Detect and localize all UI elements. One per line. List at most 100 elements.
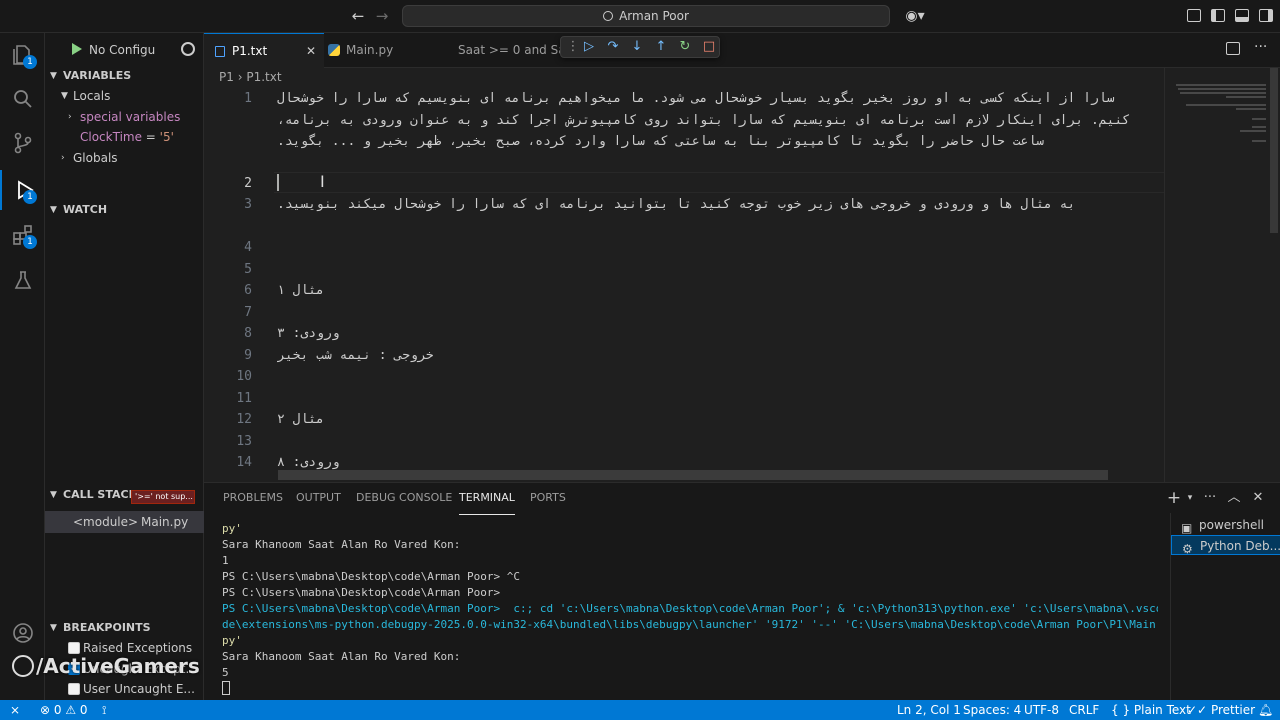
callstack-header-label: CALL STACK xyxy=(63,488,138,501)
tab-ports[interactable]: PORTS xyxy=(530,483,566,515)
line-number: 11 xyxy=(236,391,252,406)
special-variables-label: special variables xyxy=(80,110,181,124)
terminal-instance-python-debug[interactable]: ⚙ Python Deb... xyxy=(1171,535,1280,555)
callstack-frame[interactable]: <module> Main.py xyxy=(45,511,204,533)
flask-icon xyxy=(14,271,32,289)
encoding[interactable]: UTF-8 xyxy=(1024,700,1059,720)
launch-config-select[interactable]: No Configu xyxy=(89,40,184,60)
search-button[interactable] xyxy=(0,79,45,119)
remote-icon[interactable]: ⨯ xyxy=(10,700,20,720)
tab-saat-expression[interactable]: Saat >= 0 and Saat xyxy=(430,33,564,68)
code-line-12: مثال ۲ xyxy=(277,412,324,427)
step-out-icon[interactable]: ↑ xyxy=(653,39,669,55)
chevron-down-icon[interactable]: ▾ xyxy=(1182,490,1198,506)
back-arrow-icon[interactable]: ← xyxy=(349,7,367,25)
end-of-line[interactable]: CRLF xyxy=(1069,700,1099,720)
breadcrumb-folder[interactable]: P1 xyxy=(219,70,234,84)
debug-badge: 1 xyxy=(23,190,37,204)
text-editor[interactable]: 1 2 3 4 5 6 7 8 9 10 11 12 13 14 سارا از… xyxy=(204,86,1164,482)
line-number: 4 xyxy=(244,240,252,255)
minimap-line xyxy=(1252,126,1266,128)
bottom-panel: PROBLEMS OUTPUT DEBUG CONSOLE TERMINAL P… xyxy=(204,482,1280,701)
testing-button[interactable] xyxy=(0,261,45,301)
close-panel-icon[interactable]: ✕ xyxy=(1250,490,1266,506)
split-editor-icon[interactable] xyxy=(1226,42,1240,55)
new-terminal-icon[interactable]: + xyxy=(1166,490,1182,507)
terminal-line: PS C:\Users\mabna\Desktop\code\Arman Poo… xyxy=(222,586,501,599)
tree-item-special-variables[interactable]: › special variables xyxy=(45,107,204,127)
watch-section-header[interactable]: ▼ WATCH xyxy=(45,199,204,221)
ports-icon[interactable]: ⟟ xyxy=(102,700,106,720)
breakpoint-checkbox[interactable] xyxy=(68,683,80,695)
explorer-button[interactable]: 1 xyxy=(0,35,45,75)
terminal-line: py' xyxy=(222,634,242,647)
gear-icon[interactable] xyxy=(181,42,195,56)
accounts-button[interactable] xyxy=(0,613,45,653)
breakpoint-label: Raised Exceptions xyxy=(83,641,193,655)
terminal-line: PS C:\Users\mabna\Desktop\code\Arman Poo… xyxy=(222,602,1158,615)
tab-terminal[interactable]: TERMINAL xyxy=(459,483,515,515)
error-icon: ⊗ xyxy=(40,703,54,717)
start-debugging-icon[interactable] xyxy=(72,43,82,55)
extensions-button[interactable]: 1 xyxy=(0,215,45,255)
tree-item-clocktime[interactable]: ClockTime = '5' xyxy=(45,127,204,147)
indentation[interactable]: Spaces: 4 xyxy=(963,700,1021,720)
line-number: 10 xyxy=(236,369,252,384)
more-actions-icon[interactable]: ··· xyxy=(1254,39,1267,55)
terminal-line: 1 xyxy=(222,554,229,567)
drag-handle-icon[interactable]: ⋮ xyxy=(565,39,581,55)
tab-p1-txt[interactable]: P1.txt ✕ xyxy=(204,33,324,68)
breakpoint-checkbox[interactable] xyxy=(68,642,80,654)
horizontal-scrollbar[interactable] xyxy=(278,470,1108,480)
language-mode[interactable]: { } Plain Text xyxy=(1111,700,1191,720)
code-line-9: خروجی : نیمه شب بخیر xyxy=(277,348,434,363)
source-control-button[interactable] xyxy=(0,123,45,163)
tree-item-locals[interactable]: ▼ Locals xyxy=(45,86,204,106)
toggle-panel-icon[interactable] xyxy=(1235,9,1249,22)
maximize-panel-icon[interactable]: ︿ xyxy=(1226,490,1242,506)
terminal-output[interactable]: py' Sara Khanoom Saat Alan Ro Vared Kon:… xyxy=(222,521,1158,701)
tree-item-globals[interactable]: › Globals xyxy=(45,148,204,168)
restart-icon[interactable]: ↻ xyxy=(677,39,693,55)
toggle-sidebar-icon[interactable] xyxy=(1211,9,1225,22)
toggle-secondary-sidebar-icon[interactable] xyxy=(1259,9,1273,22)
command-center-search[interactable]: Arman Poor xyxy=(402,5,890,27)
terminal-instance-powershell[interactable]: ▣ powershell xyxy=(1171,515,1280,535)
continue-icon[interactable]: ▷ xyxy=(581,39,597,55)
forward-arrow-icon[interactable]: → xyxy=(373,7,391,25)
problems-status[interactable]: ⊗ 0 ⚠ 0 xyxy=(40,700,88,720)
run-debug-button[interactable]: 1 xyxy=(0,170,45,210)
watermark-text: /ActiveGamers xyxy=(36,654,200,678)
breadcrumb-file[interactable]: P1.txt xyxy=(246,70,281,84)
prettier-status[interactable]: ✓✓ Prettier xyxy=(1187,700,1255,720)
code-line-8: ورودی: ۳ xyxy=(277,326,340,341)
layout-icon[interactable] xyxy=(1187,9,1201,22)
warning-icon: ⚠ xyxy=(65,703,80,717)
braces-icon: { } xyxy=(1111,703,1134,717)
step-over-icon[interactable]: ↷ xyxy=(605,39,621,55)
stop-icon[interactable]: □ xyxy=(701,39,717,55)
copilot-icon[interactable]: ◉▾ xyxy=(900,7,930,25)
step-into-icon[interactable]: ↓ xyxy=(629,39,645,55)
close-icon[interactable]: ✕ xyxy=(306,34,316,68)
breakpoint-user-uncaught[interactable]: User Uncaught E... xyxy=(45,679,204,699)
notifications-bell-icon[interactable]: 🔔︎ xyxy=(1258,700,1273,720)
more-actions-icon[interactable]: ··· xyxy=(1202,490,1218,506)
minimap[interactable] xyxy=(1164,68,1280,482)
vertical-scrollbar[interactable] xyxy=(1270,68,1278,233)
breadcrumb: P1 › P1.txt xyxy=(204,68,1164,86)
search-icon xyxy=(603,11,614,21)
frame-name: <module> xyxy=(73,515,139,529)
tab-problems[interactable]: PROBLEMS xyxy=(223,483,283,515)
tab-debug-console[interactable]: DEBUG CONSOLE xyxy=(356,483,452,515)
error-count: 0 xyxy=(53,703,62,717)
tab-main-py[interactable]: Main.py xyxy=(318,33,428,68)
chevron-down-icon: ▼ xyxy=(50,490,57,500)
tab-output[interactable]: OUTPUT xyxy=(296,483,341,515)
tab-label: Main.py xyxy=(346,43,394,57)
line-number: 2 xyxy=(244,176,252,191)
breakpoints-section-header[interactable]: ▼ BREAKPOINTS xyxy=(45,617,204,639)
minimap-line xyxy=(1186,104,1266,106)
cursor-position[interactable]: Ln 2, Col 1 xyxy=(897,700,961,720)
variables-section-header[interactable]: ▼ VARIABLES xyxy=(45,65,204,87)
